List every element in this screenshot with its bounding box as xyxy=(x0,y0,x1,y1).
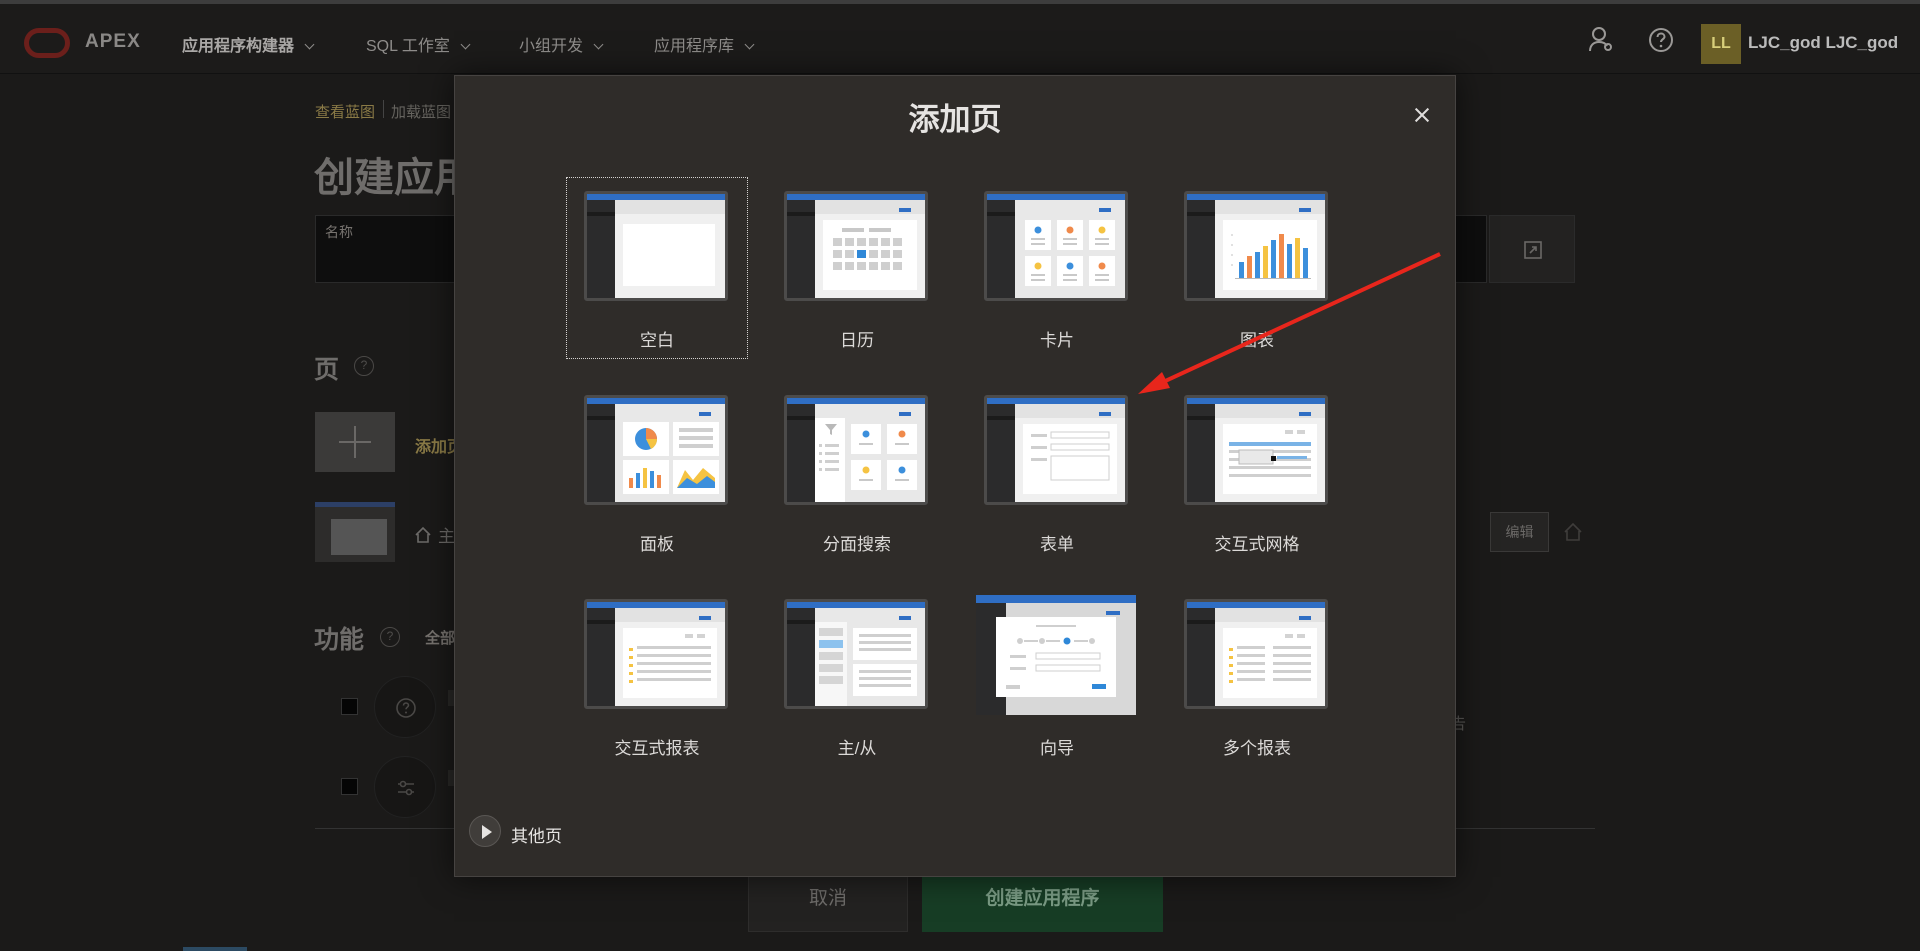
home-icon xyxy=(415,526,431,543)
top-navigation-bar: APEX 应用程序构建器 SQL 工作室 小组开发 应用程序库 LL LJC_g… xyxy=(0,4,1920,74)
nav-app-builder[interactable]: 应用程序构建器 xyxy=(182,32,315,56)
tile-dashboard[interactable]: 面板 xyxy=(567,382,747,562)
close-icon[interactable] xyxy=(1405,98,1439,132)
chart-icon xyxy=(1184,191,1328,301)
features-filter-all[interactable]: 全部 xyxy=(425,627,455,648)
tile-wizard[interactable]: 向导 xyxy=(967,586,1147,766)
feature-help-icon xyxy=(374,676,436,738)
expand-button[interactable] xyxy=(1489,215,1575,283)
breadcrumb-separator xyxy=(383,100,384,118)
tile-label: 表单 xyxy=(1040,535,1074,554)
chevron-down-icon xyxy=(304,39,315,50)
wizard-icon xyxy=(976,595,1136,715)
feature-settings-icon xyxy=(374,756,436,818)
apex-brand[interactable]: APEX xyxy=(85,31,141,53)
home-page-thumbnail[interactable] xyxy=(315,502,395,562)
tile-label: 图表 xyxy=(1240,331,1274,350)
dialog-title: 添加页 xyxy=(908,102,1002,137)
add-page-dialog: 添加页 空白 日历 卡片 图表 面板 分面搜索 表单 交互式网格 交互式报表 主… xyxy=(454,75,1456,877)
username[interactable]: LJC_god LJC_god xyxy=(1748,33,1898,53)
nav-app-gallery[interactable]: 应用程序库 xyxy=(654,32,755,56)
tile-label: 卡片 xyxy=(1040,331,1074,350)
home-page-row[interactable]: 主 xyxy=(414,522,455,547)
bottom-scroll-indicator xyxy=(183,947,247,951)
tile-blank[interactable]: 空白 xyxy=(566,177,748,359)
features-section-title: 功能 xyxy=(314,626,365,654)
edit-button[interactable]: 编辑 xyxy=(1490,512,1549,552)
tile-faceted-search[interactable]: 分面搜索 xyxy=(767,382,947,562)
multiple-reports-icon xyxy=(1184,599,1328,709)
tile-calendar[interactable]: 日历 xyxy=(767,178,947,358)
interactive-grid-icon xyxy=(1184,395,1328,505)
nav-team-development[interactable]: 小组开发 xyxy=(519,32,604,56)
chevron-down-icon xyxy=(460,39,471,50)
tile-interactive-report[interactable]: 交互式报表 xyxy=(567,586,747,766)
breadcrumb-view-blueprint[interactable]: 查看蓝图 xyxy=(315,101,375,122)
breadcrumb-load-blueprint[interactable]: 加载蓝图 xyxy=(391,101,451,122)
form-icon xyxy=(984,395,1128,505)
nav-sql-workshop[interactable]: SQL 工作室 xyxy=(366,32,471,56)
oracle-logo-icon[interactable] xyxy=(24,28,70,58)
chevron-down-icon xyxy=(744,39,755,50)
nav-sql-workshop-label: SQL 工作室 xyxy=(366,38,450,55)
feature-checkbox[interactable] xyxy=(341,778,358,795)
app-name-label: 名称 xyxy=(325,224,353,240)
home-page-label: 主 xyxy=(438,527,455,546)
page-title: 创建应用 xyxy=(314,156,474,200)
tile-interactive-grid[interactable]: 交互式网格 xyxy=(1167,382,1347,562)
faceted-search-icon xyxy=(784,395,928,505)
tile-label: 向导 xyxy=(1040,739,1074,758)
interactive-report-icon xyxy=(584,599,728,709)
calendar-icon xyxy=(784,191,928,301)
tile-label: 分面搜索 xyxy=(823,535,891,554)
tile-cards[interactable]: 卡片 xyxy=(967,178,1147,358)
nav-app-builder-label: 应用程序构建器 xyxy=(182,38,295,55)
tile-label: 多个报表 xyxy=(1223,739,1291,758)
admin-user-icon[interactable] xyxy=(1588,26,1614,52)
cards-icon xyxy=(984,191,1128,301)
tile-multiple-reports[interactable]: 多个报表 xyxy=(1167,586,1347,766)
tile-label: 日历 xyxy=(840,331,874,350)
tile-label: 交互式网格 xyxy=(1214,535,1300,554)
nav-team-development-label: 小组开发 xyxy=(519,38,584,55)
other-pages-label: 其他页 xyxy=(511,827,562,846)
tile-chart[interactable]: 图表 xyxy=(1167,178,1347,358)
tile-label: 交互式报表 xyxy=(614,739,700,758)
avatar[interactable]: LL xyxy=(1701,24,1741,64)
dashboard-icon xyxy=(584,395,728,505)
master-detail-icon xyxy=(784,599,928,709)
play-icon xyxy=(469,815,501,847)
tile-form[interactable]: 表单 xyxy=(967,382,1147,562)
expand-icon xyxy=(1524,241,1542,259)
pages-section-title: 页 xyxy=(314,356,340,384)
tile-label: 主/从 xyxy=(837,739,877,758)
help-icon[interactable]: ? xyxy=(354,356,374,376)
home-icon[interactable] xyxy=(1563,522,1583,542)
tile-label: 面板 xyxy=(640,535,674,554)
feature-checkbox[interactable] xyxy=(341,698,358,715)
chevron-down-icon xyxy=(593,39,604,50)
help-icon[interactable]: ? xyxy=(380,627,400,647)
nav-app-gallery-label: 应用程序库 xyxy=(654,38,735,55)
blank-page-icon xyxy=(584,191,728,301)
help-icon[interactable] xyxy=(1648,27,1674,53)
tile-master-detail[interactable]: 主/从 xyxy=(767,586,947,766)
tile-label: 空白 xyxy=(640,331,674,350)
add-page-button[interactable] xyxy=(315,412,395,472)
